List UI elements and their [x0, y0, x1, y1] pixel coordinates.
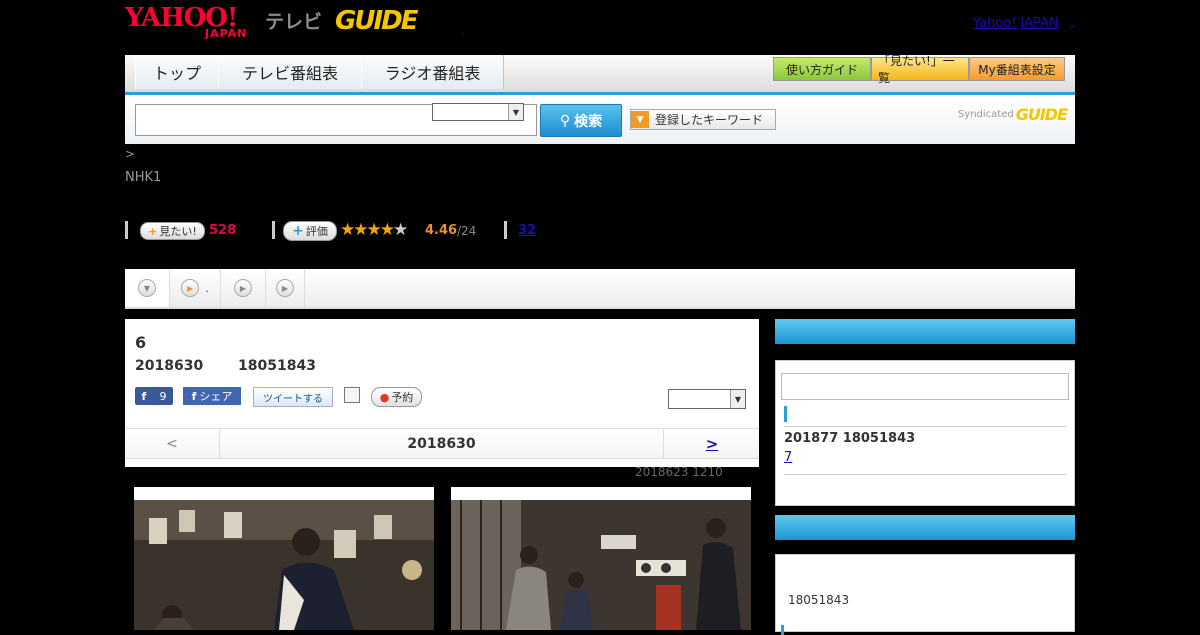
episode-photo[interactable] — [451, 487, 751, 630]
search-bar: ▼ ⚲ 検索 ▼ 登録したキーワード Syndicated GUIDE — [125, 95, 1075, 144]
updated-timestamp: 2018623 1210 — [635, 465, 723, 479]
play-icon: ▶ — [181, 279, 200, 297]
subnav-item[interactable]: ▶ . — [170, 269, 221, 307]
tweet-label: ツイートする — [263, 393, 323, 405]
chevron-down-icon: ▼ — [730, 390, 745, 408]
search-button-label: 検索 — [574, 113, 603, 130]
facebook-icon: f — [191, 389, 197, 403]
sidebar-header-band — [776, 344, 1074, 360]
pager-next[interactable]: > — [663, 429, 760, 458]
facebook-like-count: 9 — [159, 389, 167, 403]
episode-date: 2018630 — [135, 358, 204, 374]
facebook-icon: f — [141, 389, 147, 403]
facebook-like-button[interactable]: f 9 — [135, 387, 173, 405]
episode-time: 18051843 — [238, 358, 316, 374]
episode-number: 6 — [135, 333, 147, 352]
schedule-time: 18051843 — [788, 593, 850, 607]
facebook-share-label: シェア — [199, 390, 233, 403]
chevron-down-icon: ▼ — [138, 279, 156, 297]
tab-radio-schedule[interactable]: ラジオ番組表 — [361, 55, 504, 89]
reserve-label: 予約 — [391, 391, 414, 404]
play-icon: ▶ — [276, 279, 294, 297]
channel-name: NHK1 — [125, 170, 162, 185]
rating-button[interactable]: + 評価 — [283, 221, 337, 241]
episode-photo[interactable] — [134, 487, 434, 630]
search-select[interactable]: ▼ — [432, 103, 524, 121]
calendar-add-icon[interactable] — [344, 387, 360, 403]
mitai-count: 528 — [209, 223, 237, 238]
sidebar-box-schedule: 18051843 — [775, 554, 1075, 635]
pager-date: 2018630 — [407, 435, 476, 452]
episode-photo-image — [451, 500, 751, 630]
chevron-down-icon: ▼ — [631, 111, 649, 128]
gguide-logo-text: GUIDE — [335, 6, 418, 36]
chevron-down-icon: ▼ — [508, 104, 523, 120]
mitai-list-button[interactable]: 「見たい!」一覧 — [871, 54, 969, 85]
divider — [784, 426, 1066, 427]
divider — [784, 474, 1066, 475]
yahoo-tv-logo[interactable]: YAHOO! JAPAN テレビ — [125, 5, 325, 45]
stat-divider — [272, 221, 275, 239]
rating-count: /24 — [457, 224, 477, 238]
gguide-logo[interactable]: GUIDE — [335, 6, 435, 40]
syndicated-logo: GUIDE — [1015, 105, 1068, 124]
header-comma: , — [1070, 16, 1075, 31]
date-pager: < 2018630 > — [125, 428, 759, 459]
stat-divider — [125, 221, 128, 239]
reserve-button[interactable]: ● 予約 — [371, 387, 422, 407]
yahoo-japan-link[interactable]: Yahoo! JAPAN — [973, 16, 1059, 31]
search-button[interactable]: ⚲ 検索 — [540, 104, 622, 137]
episode-panel: 6 2018630 18051843 f 9 f シェア ツイートする ● 予約… — [125, 319, 759, 467]
subnav-item[interactable]: ▶ — [266, 269, 305, 307]
subnav-item[interactable]: ▶ — [221, 269, 266, 307]
rating-stars: ★★★★★ — [340, 220, 408, 240]
plus-icon: + — [292, 223, 304, 239]
next-broadcast-date: 201877 18051843 — [784, 431, 916, 446]
logo-tv-text: テレビ — [265, 11, 323, 33]
pager-prev[interactable]: < — [125, 429, 220, 458]
sidebar-search-input[interactable] — [781, 373, 1069, 400]
registered-keyword-button[interactable]: ▼ 登録したキーワード — [630, 109, 776, 130]
subnav-item[interactable]: ▼ — [125, 269, 170, 307]
tab-tv-schedule[interactable]: テレビ番組表 — [218, 55, 362, 89]
search-icon: ⚲ — [559, 112, 571, 129]
tweet-button[interactable]: ツイートする — [253, 387, 333, 407]
sidebar-header — [775, 515, 1075, 540]
rating-value: 4.46 — [425, 223, 458, 238]
logo-japan-text: JAPAN — [205, 27, 248, 40]
syndicated-gguide: Syndicated GUIDE — [957, 105, 1068, 124]
breadcrumb[interactable]: > — [125, 147, 135, 161]
sidebar-box-next-broadcast: 201877 18051843 7 — [775, 360, 1075, 506]
star-icon: ★★★★ — [340, 220, 395, 240]
sidebar-header — [775, 319, 1075, 344]
episode-select[interactable]: ▼ — [668, 389, 746, 409]
registered-keyword-label: 登録したキーワード — [655, 113, 764, 127]
star-empty-icon: ★ — [392, 220, 408, 240]
record-dot-icon: ● — [379, 390, 390, 404]
plus-icon: + — [148, 224, 158, 238]
play-icon: ▶ — [234, 279, 252, 297]
sub-nav: ▼ ▶ . ▶ ▶ — [125, 269, 1075, 309]
tab-top[interactable]: トップ — [135, 55, 219, 89]
guide-button[interactable]: 使い方ガイド — [773, 57, 871, 81]
header-dot: , — [462, 26, 466, 37]
section-marker — [784, 406, 787, 422]
rating-button-label: 評価 — [305, 225, 328, 238]
main-nav: トップ テレビ番組表 ラジオ番組表 使い方ガイド 「見たい!」一覧 My番組表設… — [125, 54, 1075, 95]
comments-link[interactable]: 32 — [518, 223, 536, 238]
sidebar-header-band — [776, 540, 1074, 554]
syndicated-text: Syndicated — [957, 109, 1014, 120]
episode-photo-image — [134, 500, 434, 630]
mitai-button[interactable]: + 見たい! — [140, 222, 205, 240]
my-schedule-button[interactable]: My番組表設定 — [969, 57, 1065, 81]
mitai-label: 見たい! — [159, 225, 197, 238]
section-marker — [781, 625, 784, 635]
next-episode-link[interactable]: 7 — [784, 450, 792, 465]
facebook-share-button[interactable]: f シェア — [183, 387, 241, 405]
stat-divider — [504, 221, 507, 239]
nav-right-buttons: 使い方ガイド 「見たい!」一覧 My番組表設定 — [773, 54, 1065, 85]
